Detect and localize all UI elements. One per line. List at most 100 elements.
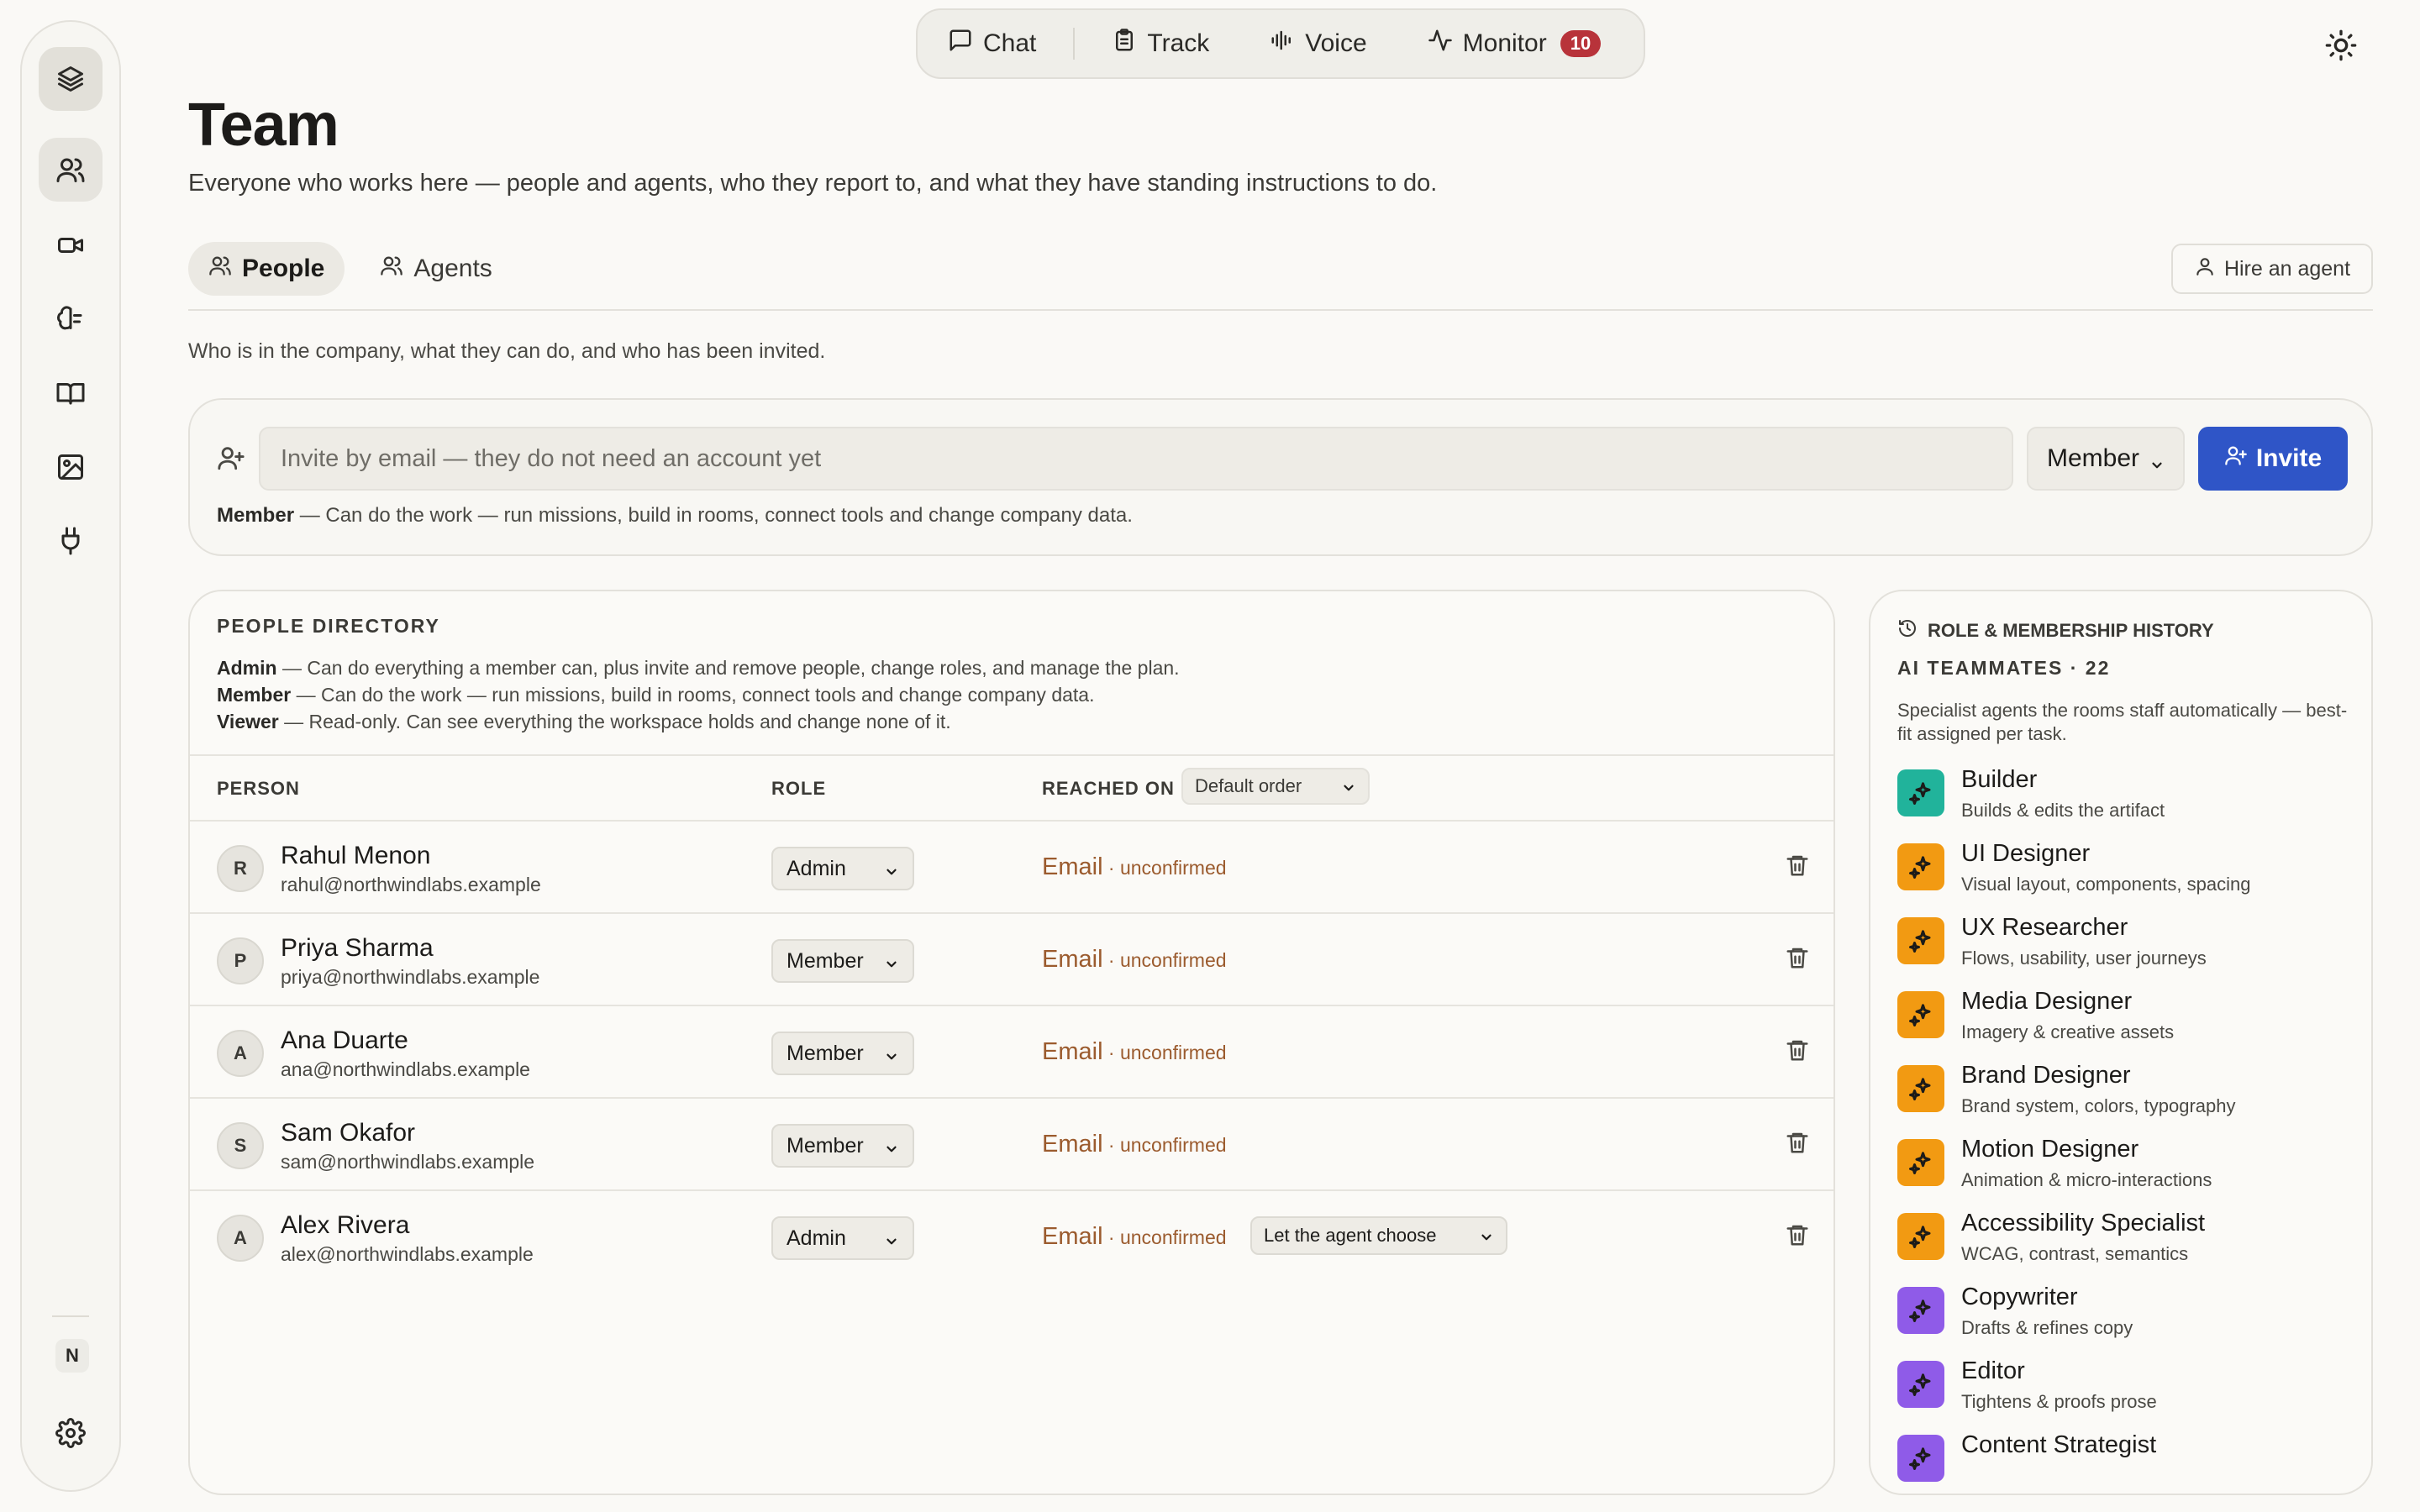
agent-list-item[interactable]: UI Designer Visual layout, components, s…: [1897, 840, 2368, 907]
user-icon: [2194, 255, 2216, 283]
invite-email-input[interactable]: [259, 427, 2013, 491]
avatar: R: [217, 845, 264, 892]
tab-people[interactable]: People: [188, 242, 345, 296]
tab-people-label: People: [242, 255, 325, 282]
tab-agents[interactable]: Agents: [360, 242, 512, 296]
sparkle-icon: [1897, 1361, 1944, 1408]
invite-role-select[interactable]: Member: [2027, 427, 2185, 491]
agent-list-item[interactable]: Brand Designer Brand system, colors, typ…: [1897, 1062, 2368, 1129]
directory-divider: [190, 754, 1833, 756]
workspace-avatar[interactable]: N: [55, 1339, 89, 1373]
agent-description: Flows, usability, user journeys: [1961, 948, 2207, 969]
agent-name: Brand Designer: [1961, 1062, 2131, 1089]
table-row: R Rahul Menon rahul@northwindlabs.exampl…: [190, 820, 1833, 912]
channel-label: Email: [1042, 853, 1103, 880]
sparkle-icon: [1897, 1139, 1944, 1186]
person-role-value: Member: [786, 948, 864, 973]
brain-icon[interactable]: [39, 287, 103, 351]
person-role-select[interactable]: Member: [771, 1032, 914, 1075]
person-email: priya@northwindlabs.example: [281, 966, 540, 988]
table-row: P Priya Sharma priya@northwindlabs.examp…: [190, 912, 1833, 1005]
column-role: ROLE: [771, 778, 827, 799]
agent-list-item[interactable]: Media Designer Imagery & creative assets: [1897, 988, 2368, 1055]
person-email: ana@northwindlabs.example: [281, 1058, 530, 1080]
agent-list-item[interactable]: Editor Tightens & proofs prose: [1897, 1357, 2368, 1425]
image-icon[interactable]: [39, 435, 103, 499]
hire-agent-label: Hire an agent: [2223, 256, 2351, 281]
theme-sun-icon[interactable]: [2324, 29, 2358, 62]
invite-role-hint: Member — Can do the work — run missions,…: [217, 504, 1133, 528]
tab-agents-label: Agents: [413, 255, 492, 282]
invite-button[interactable]: Invite: [2198, 427, 2348, 491]
agent-description: WCAG, contrast, semantics: [1961, 1243, 2189, 1264]
left-rail: N: [20, 20, 121, 1492]
sparkle-icon: [1897, 1435, 1944, 1482]
layers-logo-icon[interactable]: [39, 47, 103, 111]
channel-choice-select[interactable]: Let the agent choose: [1250, 1216, 1507, 1255]
chevron-down-icon: [884, 953, 899, 969]
video-icon[interactable]: [39, 213, 103, 277]
user-plus-icon: [2224, 444, 2248, 474]
section-description: Who is in the company, what they can do,…: [188, 339, 826, 363]
delete-trash-icon[interactable]: [1785, 944, 1810, 971]
monitor-count-badge: 10: [1560, 30, 1602, 57]
person-role-select[interactable]: Member: [771, 939, 914, 983]
sort-order-select[interactable]: Default order: [1181, 768, 1370, 805]
plug-icon[interactable]: [39, 509, 103, 573]
agent-list-item[interactable]: Accessibility Specialist WCAG, contrast,…: [1897, 1210, 2368, 1277]
agent-list-item[interactable]: UX Researcher Flows, usability, user jou…: [1897, 914, 2368, 981]
reached-on: Email · unconfirmed: [1042, 853, 1227, 881]
nav-chat[interactable]: Chat: [948, 28, 1036, 60]
ai-teammates-count: AI TEAMMATES · 22: [1897, 657, 2111, 679]
agent-list-item[interactable]: Copywriter Drafts & refines copy: [1897, 1284, 2368, 1351]
page-subtitle: Everyone who works here — people and age…: [188, 170, 1438, 197]
sparkle-icon: [1897, 1065, 1944, 1112]
team-tabs: People Agents: [188, 242, 513, 296]
agent-list-item[interactable]: Content Strategist: [1897, 1431, 2368, 1494]
agent-name: Editor: [1961, 1357, 2025, 1384]
role-desc-admin: Admin — Can do everything a member can, …: [217, 657, 1180, 680]
agent-list-item[interactable]: Builder Builds & edits the artifact: [1897, 766, 2368, 833]
hire-agent-button[interactable]: Hire an agent: [2171, 244, 2373, 294]
table-row: A Ana Duarte ana@northwindlabs.example M…: [190, 1005, 1833, 1097]
directory-title: PEOPLE DIRECTORY: [217, 615, 440, 637]
channel-status: · unconfirmed: [1102, 1134, 1227, 1156]
invite-button-label: Invite: [2255, 444, 2323, 472]
nav-divider: [1073, 28, 1076, 60]
people-icon: [208, 254, 232, 284]
book-icon[interactable]: [39, 361, 103, 425]
nav-monitor[interactable]: Monitor 10: [1428, 28, 1602, 60]
role-text: — Can do everything a member can, plus i…: [276, 657, 1180, 679]
agent-name: Content Strategist: [1961, 1431, 2157, 1458]
channel-label: Email: [1042, 1131, 1103, 1158]
person-role-value: Member: [786, 1041, 864, 1065]
agent-description: Drafts & refines copy: [1961, 1317, 2133, 1338]
chevron-down-icon: [884, 1046, 899, 1061]
person-email: rahul@northwindlabs.example: [281, 874, 541, 895]
reached-on: Email · unconfirmed: [1042, 1131, 1227, 1158]
tab-divider: [188, 309, 2373, 311]
delete-trash-icon[interactable]: [1785, 1129, 1810, 1156]
column-person: PERSON: [217, 778, 300, 799]
person-name: Ana Duarte: [281, 1026, 408, 1054]
delete-trash-icon[interactable]: [1785, 852, 1810, 879]
agent-list-item[interactable]: Motion Designer Animation & micro-intera…: [1897, 1136, 2368, 1203]
channel-status: · unconfirmed: [1102, 1226, 1227, 1248]
team-icon[interactable]: [39, 138, 103, 202]
person-role-select[interactable]: Admin: [771, 1216, 914, 1260]
avatar: S: [217, 1122, 264, 1169]
delete-trash-icon[interactable]: [1785, 1037, 1810, 1063]
nav-voice[interactable]: Voice: [1270, 28, 1367, 60]
nav-track[interactable]: Track: [1112, 28, 1209, 60]
column-reached-on: REACHED ON: [1042, 778, 1175, 799]
delete-trash-icon[interactable]: [1785, 1221, 1810, 1248]
agent-name: Media Designer: [1961, 988, 2133, 1015]
nav-monitor-label: Monitor: [1462, 29, 1547, 57]
channel-choice-value: Let the agent choose: [1264, 1225, 1437, 1246]
person-role-select[interactable]: Admin: [771, 847, 914, 890]
person-role-select[interactable]: Member: [771, 1124, 914, 1168]
channel-status: · unconfirmed: [1102, 949, 1227, 971]
agent-description: Brand system, colors, typography: [1961, 1095, 2236, 1116]
chevron-down-icon: [884, 861, 899, 876]
settings-gear-icon[interactable]: [39, 1401, 103, 1465]
